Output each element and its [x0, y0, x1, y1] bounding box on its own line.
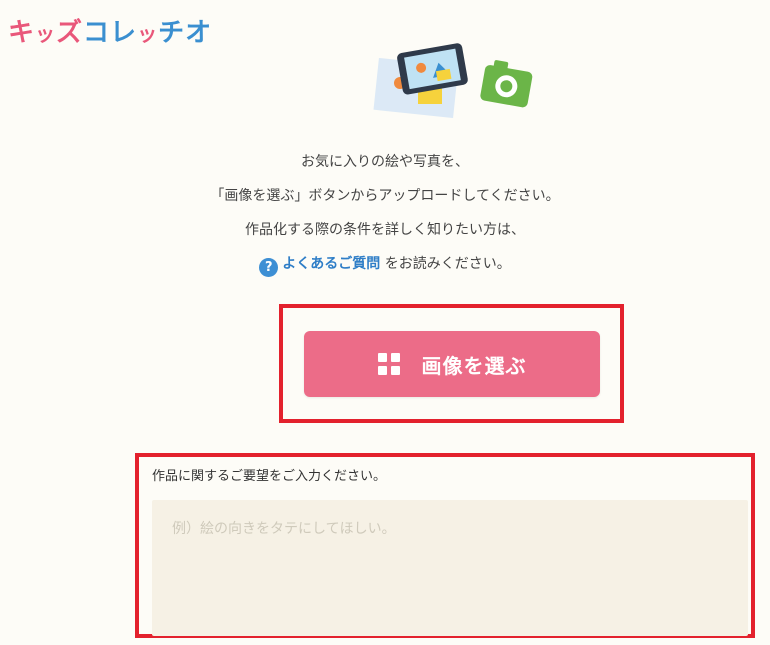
logo-char: キ: [8, 18, 36, 48]
upload-illustration: [373, 43, 533, 118]
faq-suffix: をお読みください。: [380, 256, 511, 272]
upload-instructions: お気に入りの絵や写真を、 「画像を選ぶ」ボタンからアップロードしてください。 作…: [0, 145, 770, 281]
logo-char: ッ: [137, 22, 159, 46]
grid-icon: [377, 353, 400, 375]
logo-char: オ: [185, 18, 213, 48]
faq-line: ? よくあるご質問 をお読みください。: [0, 247, 770, 281]
logo-char: ズ: [56, 18, 84, 48]
logo-char: コ: [83, 18, 111, 48]
site-logo[interactable]: キッズコレッチオ: [8, 12, 212, 49]
logo-char: ッ: [35, 22, 57, 46]
instruction-line: 「画像を選ぶ」ボタンからアップロードしてください。: [210, 188, 560, 204]
instruction-line: お気に入りの絵や写真を、: [301, 154, 469, 170]
choose-image-label: 画像を選ぶ: [421, 353, 527, 378]
instruction-line: 作品化する際の条件を詳しく知りたい方は、: [245, 222, 525, 238]
camera-icon: [480, 60, 533, 108]
choose-image-button[interactable]: 画像を選ぶ: [304, 331, 600, 397]
request-label: 作品に関するご要望をご入力ください。: [152, 469, 387, 484]
smartphone-icon: [397, 43, 468, 95]
faq-link[interactable]: よくあるご質問: [282, 256, 380, 272]
request-textarea[interactable]: [152, 500, 748, 636]
logo-char: チ: [158, 18, 186, 48]
logo-char: レ: [110, 18, 138, 48]
help-icon: ?: [259, 258, 279, 277]
